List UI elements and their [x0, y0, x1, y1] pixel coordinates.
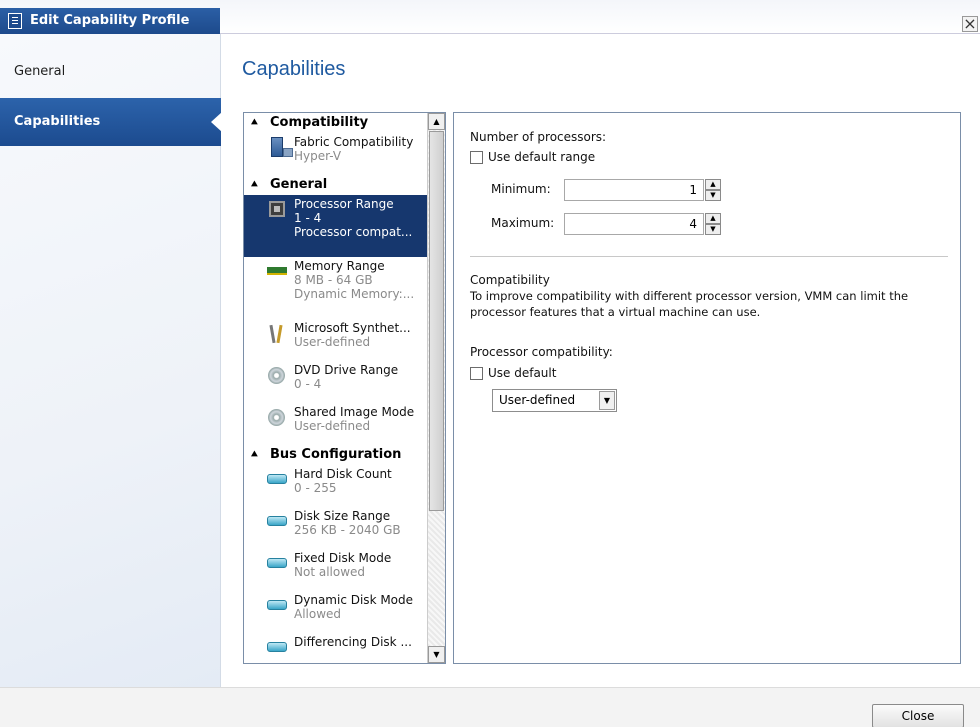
maximum-stepper[interactable]: ▲ ▼ [705, 213, 721, 235]
memory-icon [267, 267, 287, 275]
hard-disk-icon [267, 516, 287, 526]
compatibility-heading: Compatibility [470, 273, 550, 287]
capability-list: ⯅ Compatibility Fabric Compatibility Hyp… [243, 112, 446, 664]
close-button[interactable]: Close [872, 704, 964, 727]
maximum-label: Maximum: [491, 216, 555, 230]
server-icon [271, 137, 293, 157]
list-item-dynamic-disk-mode[interactable]: Dynamic Disk Mode Allowed [244, 591, 427, 633]
hard-disk-icon [267, 600, 287, 610]
use-default-label: Use default [488, 366, 557, 380]
scroll-up-icon[interactable]: ▲ [428, 113, 445, 130]
list-item-processor-range[interactable]: Processor Range 1 - 4 Processor compat..… [244, 195, 427, 257]
use-default-range-checkbox[interactable] [470, 151, 483, 164]
group-header-general[interactable]: ⯅ General [244, 175, 427, 195]
nav-item-capabilities[interactable]: Capabilities [0, 98, 222, 146]
decrement-icon[interactable]: ▼ [705, 224, 721, 235]
use-default-range-label: Use default range [488, 150, 596, 164]
scroll-thumb[interactable] [429, 131, 444, 511]
list-scrollbar[interactable]: ▲ ▼ [427, 113, 445, 663]
list-item-memory-range[interactable]: Memory Range 8 MB - 64 GB Dynamic Memory… [244, 257, 427, 319]
list-item-differencing-disk[interactable]: Differencing Disk ... [244, 633, 427, 663]
compatibility-description-line-2: processor features that a virtual machin… [470, 305, 761, 319]
maximum-input[interactable]: 4 [564, 213, 704, 235]
minimum-input[interactable]: 1 [564, 179, 704, 201]
hard-disk-icon [267, 474, 287, 484]
window-title: Edit Capability Profile [0, 8, 220, 34]
tools-icon [270, 325, 284, 343]
list-item-shared-image-mode[interactable]: Shared Image Mode User-defined [244, 403, 427, 445]
group-header-bus-configuration[interactable]: ⯅ Bus Configuration [244, 445, 427, 465]
dvd-icon [268, 367, 285, 384]
num-processors-label: Number of processors: [470, 130, 607, 144]
nav-item-general[interactable]: General [0, 48, 221, 96]
list-item-fixed-disk-mode[interactable]: Fixed Disk Mode Not allowed [244, 549, 427, 591]
app-icon [8, 13, 22, 29]
page-title: Capabilities [242, 58, 346, 80]
list-item-microsoft-synthetic[interactable]: Microsoft Synthet... User-defined [244, 319, 427, 361]
increment-icon[interactable]: ▲ [705, 213, 721, 224]
footer-bar [0, 687, 980, 727]
image-icon [268, 409, 285, 426]
detail-panel: Number of processors: Use default range … [453, 112, 961, 664]
collapse-chevron-icon[interactable]: ⯅ [250, 445, 259, 465]
decrement-icon[interactable]: ▼ [705, 190, 721, 201]
scroll-down-icon[interactable]: ▼ [428, 646, 445, 663]
group-header-compatibility[interactable]: ⯅ Compatibility [244, 113, 427, 133]
list-item-fabric-compatibility[interactable]: Fabric Compatibility Hyper-V [244, 133, 427, 175]
hard-disk-icon [267, 642, 287, 652]
chevron-down-icon[interactable]: ▼ [599, 391, 615, 410]
collapse-chevron-icon[interactable]: ⯅ [250, 175, 259, 195]
minimum-label: Minimum: [491, 182, 551, 196]
compatibility-description-line-1: To improve compatibility with different … [470, 289, 909, 303]
section-divider [470, 256, 948, 257]
processor-compatibility-select[interactable]: User-defined ▼ [492, 389, 617, 412]
minimum-stepper[interactable]: ▲ ▼ [705, 179, 721, 201]
list-item-disk-size-range[interactable]: Disk Size Range 256 KB - 2040 GB [244, 507, 427, 549]
list-item-hard-disk-count[interactable]: Hard Disk Count 0 - 255 [244, 465, 427, 507]
use-default-checkbox[interactable] [470, 367, 483, 380]
collapse-chevron-icon[interactable]: ⯅ [250, 113, 259, 133]
increment-icon[interactable]: ▲ [705, 179, 721, 190]
list-item-dvd-drive-range[interactable]: DVD Drive Range 0 - 4 [244, 361, 427, 403]
processor-icon [269, 201, 285, 217]
close-window-button[interactable]: × [962, 16, 978, 32]
title-bar: Edit Capability Profile × [0, 0, 980, 34]
processor-compatibility-label: Processor compatibility: [470, 345, 613, 359]
left-nav: General Capabilities [0, 34, 222, 687]
hard-disk-icon [267, 558, 287, 568]
